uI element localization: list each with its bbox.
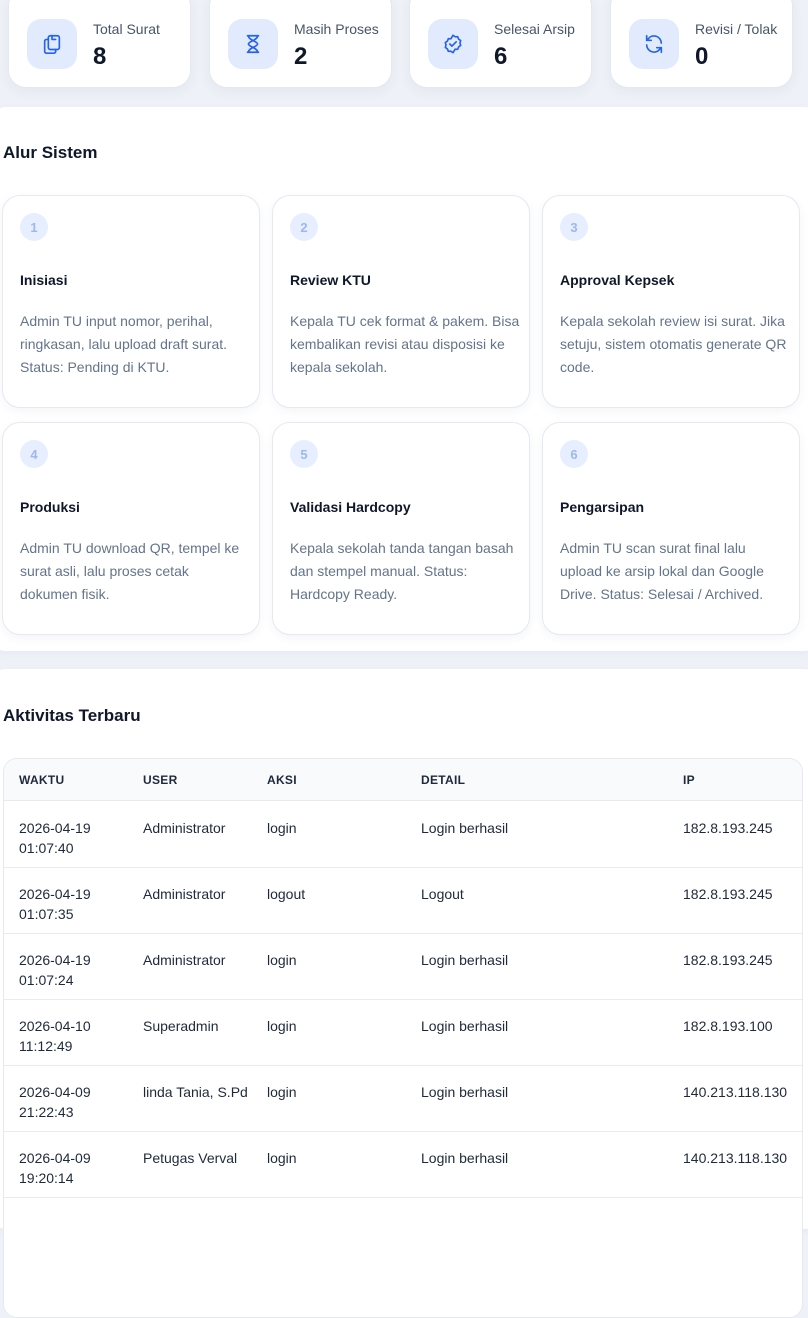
table-row: 2026-04-19 01:07:35 Administrator logout… bbox=[4, 868, 802, 934]
table-row: 2026-04-19 01:07:40 Administrator login … bbox=[4, 802, 802, 868]
cell-waktu: 2026-04-19 01:07:40 bbox=[19, 820, 91, 856]
cell-user: Administrator bbox=[143, 820, 226, 836]
column-header-aksi[interactable]: AKSI bbox=[267, 773, 407, 787]
step-number-badge: 6 bbox=[560, 440, 588, 468]
cell-detail: Logout bbox=[421, 886, 464, 902]
table-row: 2026-04-19 01:07:24 Administrator login … bbox=[4, 934, 802, 1000]
cell-aksi: login bbox=[267, 820, 297, 836]
stat-value: 0 bbox=[695, 43, 709, 70]
cell-waktu: 2026-04-09 21:22:43 bbox=[19, 1084, 91, 1120]
cell-user: Administrator bbox=[143, 952, 226, 968]
step-title: Review KTU bbox=[290, 272, 371, 288]
cell-ip: 182.8.193.100 bbox=[683, 1018, 773, 1034]
step-title: Pengarsipan bbox=[560, 499, 645, 515]
cell-ip: 182.8.193.245 bbox=[683, 820, 773, 836]
flow-title: Alur Sistem bbox=[3, 143, 98, 162]
cell-user: linda Tania, S.Pd bbox=[143, 1084, 248, 1100]
cell-aksi: logout bbox=[267, 886, 306, 902]
cell-detail: Login berhasil bbox=[421, 1018, 509, 1034]
step-title: Produksi bbox=[20, 499, 80, 515]
cell-user: Petugas Verval bbox=[143, 1150, 238, 1166]
step-number-badge: 5 bbox=[290, 440, 318, 468]
step-title: Inisiasi bbox=[20, 272, 68, 288]
flow-step-5: 5 Validasi Hardcopy Kepala sekolah tanda… bbox=[272, 422, 530, 635]
activity-panel: Aktivitas Terbaru WAKTU USER AKSI DETAIL… bbox=[0, 669, 808, 1318]
step-title: Approval Kepsek bbox=[560, 272, 675, 288]
table-row: 2026-04-09 21:22:43 linda Tania, S.Pd lo… bbox=[4, 1066, 802, 1132]
cell-waktu: 2026-04-09 19:20:14 bbox=[19, 1150, 91, 1186]
step-description: Kepala sekolah review isi surat. Jika se… bbox=[560, 313, 787, 375]
stat-card-selesai-arsip[interactable]: Selesai Arsip 6 bbox=[409, 0, 592, 88]
stat-label: Selesai Arsip bbox=[494, 21, 575, 37]
stat-value: 6 bbox=[494, 43, 508, 70]
flow-panel: Alur Sistem 1 Inisiasi Admin TU input no… bbox=[0, 107, 808, 651]
stat-card-masih-proses[interactable]: Masih Proses 2 bbox=[209, 0, 392, 88]
step-description: Admin TU scan surat final lalu upload ke… bbox=[560, 540, 764, 602]
table-header: WAKTU USER AKSI DETAIL IP bbox=[4, 759, 802, 801]
refresh-icon bbox=[629, 19, 679, 69]
column-header-detail[interactable]: DETAIL bbox=[421, 773, 671, 787]
cell-waktu: 2026-04-19 01:07:24 bbox=[19, 952, 91, 988]
table-row: 2026-04-10 11:12:49 Superadmin login Log… bbox=[4, 1000, 802, 1066]
stat-card-revisi-tolak[interactable]: Revisi / Tolak 0 bbox=[610, 0, 793, 88]
cell-aksi: login bbox=[267, 1084, 297, 1100]
step-description: Kepala sekolah tanda tangan basah dan st… bbox=[290, 540, 514, 602]
cell-detail: Login berhasil bbox=[421, 820, 509, 836]
check-badge-icon bbox=[428, 19, 478, 69]
flow-step-4: 4 Produksi Admin TU download QR, tempel … bbox=[2, 422, 260, 635]
step-title: Validasi Hardcopy bbox=[290, 499, 411, 515]
hourglass-icon bbox=[228, 19, 278, 69]
column-header-ip[interactable]: IP bbox=[683, 773, 802, 787]
stat-card-total-surat[interactable]: Total Surat 8 bbox=[8, 0, 191, 88]
flow-step-2: 2 Review KTU Kepala TU cek format & pake… bbox=[272, 195, 530, 408]
stat-label: Masih Proses bbox=[294, 21, 379, 37]
cell-aksi: login bbox=[267, 1018, 297, 1034]
cell-waktu: 2026-04-10 11:12:49 bbox=[19, 1018, 91, 1054]
activity-title: Aktivitas Terbaru bbox=[3, 706, 141, 725]
table-row: 2026-04-09 19:20:14 Petugas Verval login… bbox=[4, 1132, 802, 1198]
cell-waktu: 2026-04-19 01:07:35 bbox=[19, 886, 91, 922]
cell-detail: Login berhasil bbox=[421, 1084, 509, 1100]
stat-label: Revisi / Tolak bbox=[695, 21, 778, 37]
step-number-badge: 2 bbox=[290, 213, 318, 241]
cell-ip: 140.213.118.130 bbox=[683, 1150, 788, 1166]
cell-ip: 182.8.193.245 bbox=[683, 952, 773, 968]
stat-label: Total Surat bbox=[93, 21, 160, 37]
activity-table: WAKTU USER AKSI DETAIL IP 2026-04-19 01:… bbox=[3, 758, 803, 1318]
documents-icon bbox=[27, 19, 77, 69]
cell-detail: Login berhasil bbox=[421, 1150, 509, 1166]
step-description: Admin TU download QR, tempel ke surat as… bbox=[20, 540, 240, 602]
step-number-badge: 3 bbox=[560, 213, 588, 241]
cell-user: Administrator bbox=[143, 886, 226, 902]
flow-step-6: 6 Pengarsipan Admin TU scan surat final … bbox=[542, 422, 800, 635]
flow-step-1: 1 Inisiasi Admin TU input nomor, perihal… bbox=[2, 195, 260, 408]
cell-ip: 182.8.193.245 bbox=[683, 886, 773, 902]
cell-aksi: login bbox=[267, 1150, 297, 1166]
column-header-user[interactable]: USER bbox=[143, 773, 253, 787]
stat-value: 8 bbox=[93, 43, 107, 70]
step-description: Kepala TU cek format & pakem. Bisa kemba… bbox=[290, 313, 520, 375]
step-number-badge: 4 bbox=[20, 440, 48, 468]
cell-aksi: login bbox=[267, 952, 297, 968]
step-description: Admin TU input nomor, perihal, ringkasan… bbox=[20, 313, 228, 375]
column-header-waktu[interactable]: WAKTU bbox=[19, 773, 129, 787]
flow-step-3: 3 Approval Kepsek Kepala sekolah review … bbox=[542, 195, 800, 408]
cell-detail: Login berhasil bbox=[421, 952, 509, 968]
stat-value: 2 bbox=[294, 43, 308, 70]
cell-user: Superadmin bbox=[143, 1018, 219, 1034]
cell-ip: 140.213.118.130 bbox=[683, 1084, 788, 1100]
step-number-badge: 1 bbox=[20, 213, 48, 241]
stats-row: Total Surat 8 Masih Proses 2 Selesai Ars… bbox=[0, 0, 808, 106]
